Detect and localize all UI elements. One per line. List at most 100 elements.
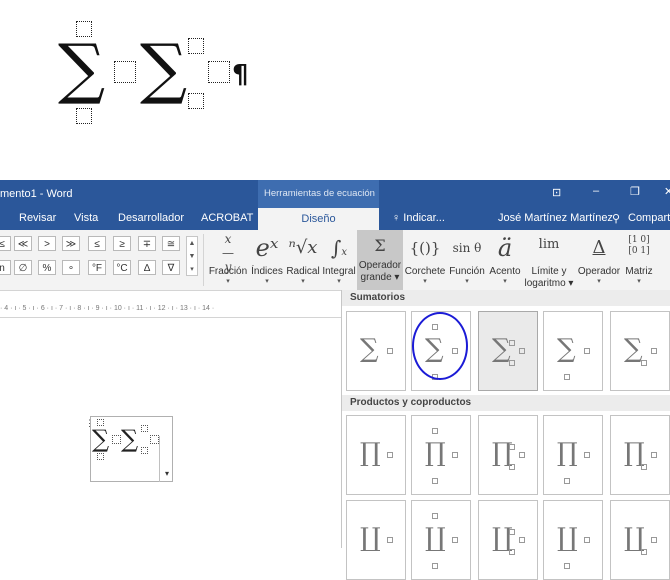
placeholder-box <box>432 513 438 519</box>
sum2-small: ∑ <box>121 425 139 453</box>
placeholder-box <box>509 549 515 555</box>
share-button[interactable]: Compartir <box>628 212 670 224</box>
symbol-cell[interactable]: ≤ <box>0 236 11 251</box>
sum1-lower-limit-placeholder[interactable] <box>76 108 92 124</box>
ribbon-tabs: Revisar Vista Desarrollador ACROBAT Dise… <box>0 208 670 230</box>
product-option[interactable]: ∏ <box>610 415 670 495</box>
tell-me-search[interactable]: ♀ Indicar... <box>392 212 445 224</box>
placeholder-box <box>432 563 438 569</box>
tab-diseno[interactable]: Diseño <box>258 208 379 230</box>
function-button[interactable]: sin θ Función ▾ <box>447 230 487 290</box>
share-icon[interactable]: ⚲ <box>612 212 620 225</box>
upper-placeholder[interactable] <box>141 425 148 432</box>
accent-button[interactable]: ä Acento ▾ <box>487 230 523 290</box>
document-title: mento1 - Word <box>0 188 73 200</box>
large-operator-dropdown: Sumatorios Productos y coproductos ∑ ∑ ∑ ∑ ∑… <box>341 290 670 580</box>
ribbon-display-options-icon[interactable]: ⊡ <box>552 186 561 199</box>
symbol-cell[interactable]: ≫ <box>62 236 80 251</box>
product-option[interactable]: ∏ <box>478 415 538 495</box>
script-icon: eˣ <box>255 234 279 262</box>
body-placeholder[interactable] <box>150 435 159 444</box>
placeholder-box <box>564 563 570 569</box>
placeholder-box <box>651 452 657 458</box>
summation-option[interactable]: ∑ <box>543 311 603 391</box>
coproduct-option[interactable]: ∐ <box>411 500 471 580</box>
group-divider <box>203 234 204 286</box>
operator-icon: Δ <box>592 237 606 258</box>
sum1-body-placeholder[interactable] <box>114 61 136 83</box>
minimize-icon[interactable]: – <box>593 185 599 197</box>
large-operator-button[interactable]: Σ Operador grande ▾ <box>357 230 403 290</box>
placeholder-box <box>387 452 393 458</box>
limit-log-button[interactable]: lim Límite y logaritmo ▾ <box>523 230 575 290</box>
operator-glyph: ∑ <box>557 334 576 364</box>
ruler-border <box>0 317 341 318</box>
integral-button[interactable]: ∫x Integral ▾ <box>321 230 357 290</box>
lower-placeholder[interactable] <box>97 453 104 460</box>
restore-icon[interactable]: ❐ <box>630 185 640 198</box>
symbol-cell[interactable]: ∘ <box>62 260 80 275</box>
placeholder-box <box>641 549 647 555</box>
placeholder-box <box>564 374 570 380</box>
tab-acrobat[interactable]: ACROBAT <box>201 212 253 224</box>
coproduct-option[interactable]: ∐ <box>543 500 603 580</box>
symbol-cell[interactable]: ≥ <box>113 236 131 251</box>
placeholder-box <box>387 348 393 354</box>
placeholder-box <box>509 444 515 450</box>
script-button[interactable]: eˣ Índices ▾ <box>249 230 285 290</box>
equation-object[interactable]: ⋮ ∑ ∑ ▾ <box>85 416 174 482</box>
operator-glyph: ∐ <box>557 523 578 553</box>
matrix-button[interactable]: [1 0] [0 1] Matriz ▾ <box>623 230 655 290</box>
radical-button[interactable]: ⁿ√x Radical ▾ <box>285 230 321 290</box>
symbol-cell[interactable]: ∅ <box>14 260 32 275</box>
sum1-small: ∑ <box>92 425 110 453</box>
summation-option[interactable]: ∑ <box>478 311 538 391</box>
product-option[interactable]: ∏ <box>543 415 603 495</box>
symbols-gallery: ≤ ≪ > ≫ ≤ ≥ ∓ ≅ n ∅ % ∘ °F °C ∆ ∇ ▲ ▼ ▾ <box>0 236 200 276</box>
placeholder-box <box>651 348 657 354</box>
sum2-upper-limit-placeholder[interactable] <box>188 38 204 54</box>
body-placeholder[interactable] <box>112 435 121 444</box>
symbols-scroll-arrows[interactable]: ▲ ▼ ▾ <box>186 236 198 276</box>
large-operator-icon: Σ <box>374 236 386 255</box>
tab-vista[interactable]: Vista <box>74 212 98 224</box>
coproduct-option[interactable]: ∐ <box>478 500 538 580</box>
bracket-button[interactable]: {()} Corchete ▾ <box>403 230 447 290</box>
sum2-body-placeholder[interactable] <box>208 61 230 83</box>
symbol-cell[interactable]: ∆ <box>138 260 156 275</box>
ribbon: ≤ ≪ > ≫ ≤ ≥ ∓ ≅ n ∅ % ∘ °F °C ∆ ∇ ▲ ▼ ▾ x —… <box>0 230 670 291</box>
symbol-cell[interactable]: % <box>38 260 56 275</box>
product-option[interactable]: ∏ <box>346 415 406 495</box>
equation-options-dropdown[interactable]: ▾ <box>159 436 174 482</box>
symbol-cell[interactable]: > <box>38 236 56 251</box>
sum1-symbol: ∑ <box>58 30 106 107</box>
symbol-cell[interactable]: ≅ <box>162 236 180 251</box>
tab-desarrollador[interactable]: Desarrollador <box>118 212 184 224</box>
symbol-cell[interactable]: ∇ <box>162 260 180 275</box>
coproduct-option[interactable]: ∐ <box>610 500 670 580</box>
radical-icon: ⁿ√x <box>288 237 318 258</box>
lower-placeholder[interactable] <box>141 447 148 454</box>
matrix-icon: [1 0] [0 1] <box>628 235 650 256</box>
fraction-button[interactable]: x — y Fracción ▾ <box>207 230 249 290</box>
sum2-symbol: ∑ <box>140 30 188 107</box>
placeholder-box <box>387 537 393 543</box>
symbol-cell[interactable]: n <box>0 260 11 275</box>
symbol-cell[interactable]: ∓ <box>138 236 156 251</box>
tab-revisar[interactable]: Revisar <box>19 212 56 224</box>
sum2-lower-limit-placeholder[interactable] <box>188 93 204 109</box>
section-products: Productos y coproductos <box>342 395 670 411</box>
summation-option[interactable]: ∑ <box>610 311 670 391</box>
placeholder-box <box>519 537 525 543</box>
close-icon[interactable]: ✕ <box>664 185 670 198</box>
user-name[interactable]: José Martínez Martínez <box>498 212 613 224</box>
symbol-cell[interactable]: ≤ <box>88 236 106 251</box>
operator-button[interactable]: Δ Operador ▾ <box>575 230 623 290</box>
product-option[interactable]: ∏ <box>411 415 471 495</box>
symbol-cell[interactable]: °F <box>88 260 106 275</box>
summation-option[interactable]: ∑ <box>346 311 406 391</box>
fraction-icon: x — y <box>222 232 234 274</box>
symbol-cell[interactable]: °C <box>113 260 131 275</box>
symbol-cell[interactable]: ≪ <box>14 236 32 251</box>
coproduct-option[interactable]: ∐ <box>346 500 406 580</box>
